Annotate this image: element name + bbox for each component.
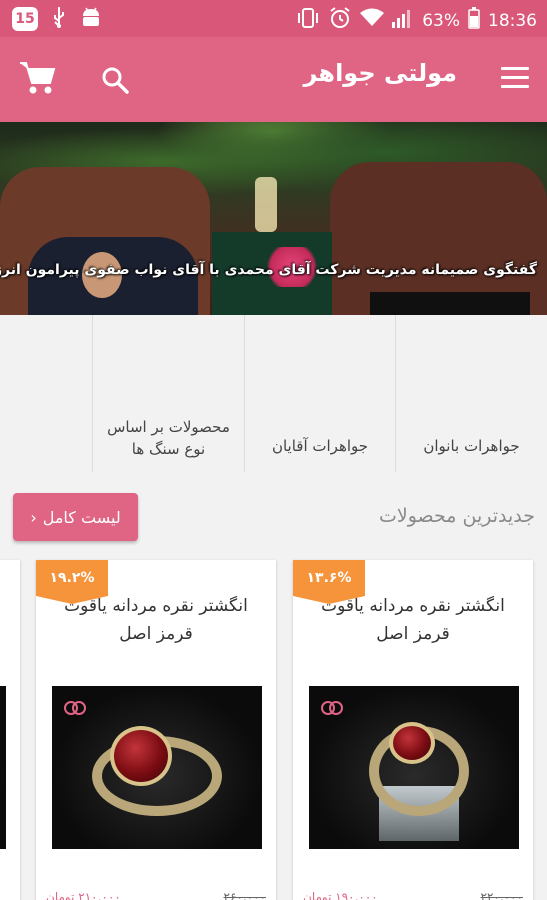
usb-icon — [52, 6, 66, 32]
product-image — [0, 686, 6, 849]
price-row: ۲۲۰,۰۰۰ ۱۹۰,۰۰۰ تومان — [303, 890, 523, 900]
new-price: ۱۹۰,۰۰۰ تومان — [303, 890, 378, 900]
discount-badge: ۱۹.۲% — [36, 560, 108, 604]
battery-icon — [468, 7, 480, 34]
app-screen: 15 63% 18:36 مولتی جواهر گفتگوی صمیمانه … — [0, 0, 547, 900]
category-women-jewelry[interactable]: جواهرات بانوان — [395, 315, 547, 472]
category-men-jewelry[interactable]: جواهرات آقایان — [244, 315, 395, 472]
search-icon[interactable] — [100, 65, 130, 95]
product-image — [52, 686, 262, 849]
banner-caption: گفتگوی صمیمانه مدیریت شرکت آقای محمدی با… — [0, 262, 537, 278]
product-card-partial[interactable] — [0, 560, 20, 900]
category-label: محصولات بر اساس نوع سنگ ها — [107, 418, 230, 458]
full-list-label: لیست کامل — [42, 507, 121, 527]
notification-badge: 15 — [12, 7, 38, 31]
product-card[interactable]: ۱۹.۲% انگشتر نقره مردانه یاقوت قرمز اصل … — [36, 560, 276, 900]
category-label: جواهرات آقایان — [271, 437, 369, 455]
product-image — [309, 686, 519, 849]
product-name: انگشتر نقره مردانه یاقوت قرمز اصل — [321, 596, 505, 644]
status-bar: 15 63% 18:36 — [0, 0, 547, 37]
brand-logo-icon — [321, 701, 343, 715]
section-title: جدیدترین محصولات — [379, 505, 535, 527]
wifi-icon — [360, 8, 385, 33]
menu-icon[interactable] — [501, 67, 529, 91]
old-price: ۲۲۰,۰۰۰ — [480, 890, 524, 900]
brand-logo-icon — [64, 701, 86, 715]
price-row: ۲۶۰,۰۰۰ ۲۱۰,۰۰۰ تومان — [46, 890, 266, 900]
app-bar: مولتی جواهر — [0, 37, 547, 122]
cart-icon[interactable] — [18, 59, 56, 97]
product-card[interactable]: ۱۳.۶% انگشتر نقره مردانه یاقوت قرمز اصل … — [293, 560, 533, 900]
category-by-stone[interactable]: محصولات بر اساس نوع سنگ ها — [92, 315, 244, 472]
vibrate-icon — [296, 7, 320, 34]
alarm-icon — [328, 6, 352, 35]
banner-slider[interactable]: گفتگوی صمیمانه مدیریت شرکت آقای محمدی با… — [0, 122, 547, 315]
old-price: ۲۶۰,۰۰۰ — [223, 890, 267, 900]
android-icon — [80, 6, 102, 32]
discount-badge: ۱۳.۶% — [293, 560, 365, 604]
product-name: انگشتر نقره مردانه یاقوت قرمز اصل — [64, 596, 248, 644]
chevron-left-icon: ‹ — [30, 507, 37, 527]
full-list-button[interactable]: لیست کامل ‹ — [13, 493, 138, 541]
category-label: جواهرات بانوان — [423, 437, 520, 455]
clock: 18:36 — [488, 10, 537, 31]
app-title: مولتی جواهر — [303, 59, 458, 87]
signal-icon — [392, 8, 414, 33]
category-more[interactable] — [0, 315, 92, 472]
new-price: ۲۱۰,۰۰۰ تومان — [46, 890, 121, 900]
battery-percent: 63% — [422, 10, 460, 31]
category-strip: جواهرات بانوان جواهرات آقایان محصولات بر… — [0, 315, 547, 472]
